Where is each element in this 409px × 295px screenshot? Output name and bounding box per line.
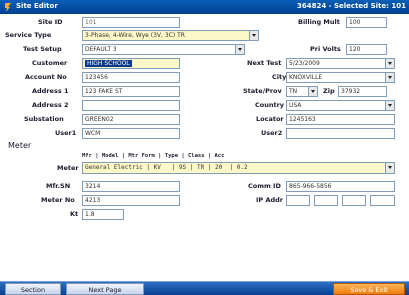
billing-mult-field[interactable]: 100 — [346, 17, 387, 28]
mfr-sn-label: Mfr.SN — [46, 182, 71, 190]
customer-field[interactable]: HIGH SCHOOL — [82, 58, 180, 69]
site-id-label: Site ID — [38, 18, 63, 26]
locator-field[interactable]: 1245163 — [286, 114, 395, 125]
ip-addr-octet-4[interactable] — [370, 195, 395, 206]
test-setup-select[interactable]: DEFAULT 3 — [82, 44, 245, 55]
app-logo-icon — [5, 3, 11, 12]
meter-value: General Electric | KV | 9S | TR | 20 | 0… — [85, 164, 248, 171]
window-title: Site Editor — [16, 2, 58, 10]
title-bar: Site Editor 364824 - Selected Site: 101 — [0, 0, 409, 14]
locator-label: Locator — [256, 115, 284, 123]
comm-id-label: Comm ID — [248, 182, 281, 190]
ip-addr-label: IP Addr — [256, 196, 283, 204]
ip-addr-octet-1[interactable] — [286, 195, 310, 206]
meter-label: Meter — [57, 164, 79, 172]
kt-label: Kt — [70, 210, 79, 218]
service-type-value: 3-Phase, 4-Wire, Wye (3V, 3C) TR — [85, 32, 185, 39]
save-exit-button[interactable]: Save & Exit — [333, 283, 405, 295]
chevron-down-icon[interactable] — [235, 45, 244, 54]
city-label: City — [272, 73, 287, 81]
user1-field[interactable]: WCM — [82, 128, 180, 139]
chevron-down-icon[interactable] — [249, 31, 258, 40]
next-test-label: Next Test — [247, 59, 282, 67]
ip-addr-octet-3[interactable] — [342, 195, 366, 206]
state-value: TN — [289, 88, 298, 95]
chevron-down-icon[interactable] — [385, 59, 394, 68]
zip-label: Zip — [323, 87, 335, 95]
address1-label: Address 1 — [32, 87, 69, 95]
chevron-down-icon[interactable] — [385, 163, 394, 173]
country-value: USA — [289, 102, 302, 109]
zip-field[interactable]: 37932 — [338, 86, 387, 97]
meter-select[interactable]: General Electric | KV | 9S | TR | 20 | 0… — [82, 162, 395, 174]
mfr-sn-field[interactable]: 3214 — [82, 181, 180, 192]
test-setup-value: DEFAULT 3 — [85, 46, 117, 53]
customer-value: HIGH SCHOOL — [85, 60, 132, 67]
kt-field[interactable]: 1.8 — [82, 209, 124, 220]
state-select[interactable]: TN — [286, 86, 318, 97]
user2-label: User2 — [261, 129, 283, 137]
state-prov-label: State/Prov — [243, 87, 282, 95]
section-button[interactable]: Section — [5, 283, 61, 295]
country-select[interactable]: USA — [286, 100, 395, 111]
meter-section-heading: Meter — [8, 141, 32, 150]
service-type-label: Service Type — [5, 31, 52, 39]
chevron-down-icon[interactable] — [385, 101, 394, 110]
selected-site-status: 364824 - Selected Site: 101 — [296, 2, 406, 10]
user2-field[interactable] — [286, 128, 395, 139]
account-no-label: Account No — [25, 73, 67, 81]
account-no-field[interactable]: 123456 — [82, 72, 180, 83]
chevron-down-icon[interactable] — [385, 73, 394, 82]
service-type-select[interactable]: 3-Phase, 4-Wire, Wye (3V, 3C) TR — [82, 30, 259, 41]
address2-label: Address 2 — [32, 101, 69, 109]
address1-field[interactable]: 123 FAKE ST — [82, 86, 180, 97]
comm-id-field[interactable]: 865-966-5856 — [286, 181, 395, 192]
customer-label: Customer — [32, 59, 68, 67]
next-test-select[interactable]: 5/23/2009 — [286, 58, 395, 69]
ip-addr-octet-2[interactable] — [314, 195, 338, 206]
user1-label: User1 — [55, 129, 77, 137]
substation-label: Substation — [24, 115, 64, 123]
city-select[interactable]: KNOXVILLE — [286, 72, 395, 83]
meter-no-field[interactable]: 4213 — [82, 195, 180, 206]
city-value: KNOXVILLE — [289, 74, 323, 81]
next-test-value: 5/23/2009 — [289, 60, 320, 67]
test-setup-label: Test Setup — [23, 45, 62, 53]
billing-mult-label: Billing Mult — [298, 18, 340, 26]
meter-no-label: Meter No — [41, 196, 75, 204]
meter-column-header: Mfr | Model | Mtr Form | Type | Class | … — [82, 153, 225, 159]
chevron-down-icon[interactable] — [308, 87, 317, 96]
site-id-field[interactable]: 101 — [82, 17, 180, 28]
pri-volts-label: Pri Volts — [310, 45, 341, 53]
pri-volts-field[interactable]: 120 — [346, 44, 387, 55]
address2-field[interactable] — [82, 100, 180, 111]
site-editor-form: Site ID 101 Billing Mult 100 Service Typ… — [0, 14, 409, 281]
bottom-toolbar: Section Next Page Save & Exit — [0, 281, 409, 295]
substation-field[interactable]: GREEN02 — [82, 114, 180, 125]
next-page-button[interactable]: Next Page — [66, 283, 144, 295]
country-label: Country — [255, 101, 285, 109]
